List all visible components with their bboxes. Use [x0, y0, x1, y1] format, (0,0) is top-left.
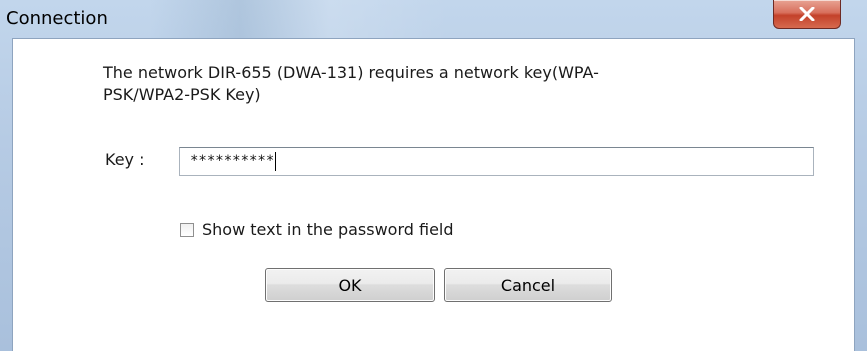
show-text-label: Show text in the password field — [202, 220, 454, 239]
ok-button[interactable]: OK — [265, 268, 435, 302]
cancel-button[interactable]: Cancel — [444, 268, 612, 302]
window-title: Connection — [6, 8, 108, 29]
show-text-checkbox[interactable] — [180, 222, 194, 237]
text-caret — [275, 152, 277, 171]
close-button[interactable] — [773, 0, 841, 29]
key-value: ********** — [190, 153, 275, 169]
show-text-option[interactable]: Show text in the password field — [180, 220, 454, 239]
key-label: Key : — [105, 150, 145, 169]
network-key-message: The network DIR-655 (DWA-131) requires a… — [103, 63, 599, 104]
title-bar[interactable]: Connection — [0, 0, 867, 38]
connection-dialog: Connection The network DIR-655 (DWA-131)… — [0, 0, 867, 351]
key-input[interactable]: ********** — [179, 147, 814, 176]
close-icon — [799, 7, 815, 21]
